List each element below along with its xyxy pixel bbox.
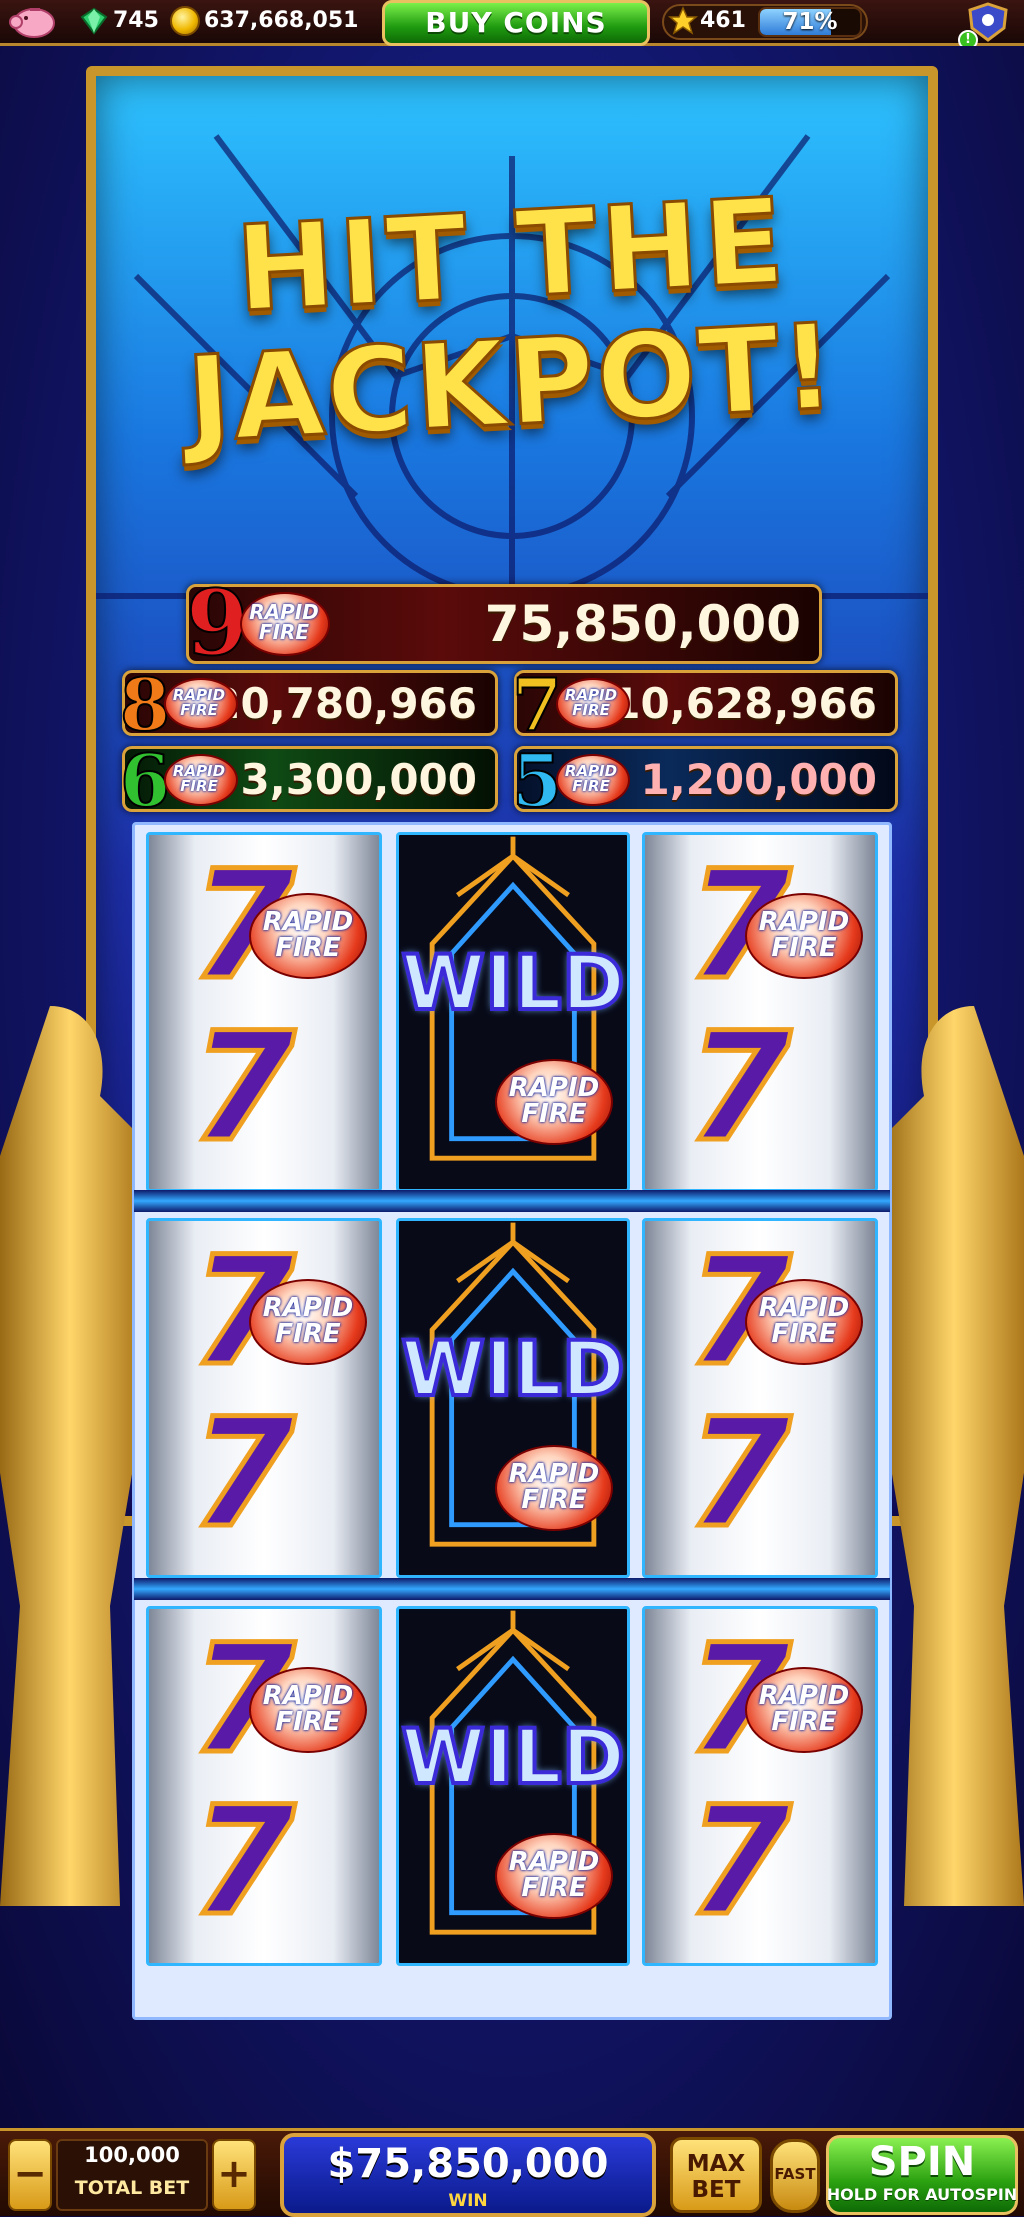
total-bet-value: 100,000 — [84, 2143, 180, 2167]
rapid-fire-label: RAPID FIRE — [758, 1293, 850, 1349]
jackpot-8-badge: RAPID FIRE — [172, 686, 226, 719]
autospin-hint: HOLD FOR AUTOSPIN — [826, 2185, 1018, 2204]
max-bet-label-2: BET — [691, 2177, 741, 2203]
top-bar: 745 637,668,051 BUY COINS 461 71% ! — [0, 0, 1024, 50]
win-label: WIN — [448, 2191, 488, 2211]
fast-spin-label: FAST — [774, 2165, 816, 2183]
wild-symbol-label: WILD — [399, 1712, 627, 1801]
rapid-fire-label: RAPID FIRE — [758, 907, 850, 963]
jackpot-6-number: 6 — [119, 737, 171, 824]
reel-symbol-r2c3: 7 7 RAPID FIRE — [642, 1218, 878, 1578]
win-amount: $75,850,000 — [327, 2141, 609, 2187]
rapid-fire-label: RAPID FIRE — [508, 1073, 600, 1129]
jackpot-7-value: 10,628,966 — [611, 678, 877, 728]
jackpot-7-number: 7 — [511, 661, 563, 748]
total-bet-label: TOTAL BET — [74, 2177, 190, 2199]
jackpot-6-value: 3,300,000 — [240, 754, 477, 804]
seven-symbol-bottom: 7 — [684, 1775, 793, 1949]
reel-symbol-r1c3: 7 7 RAPID FIRE — [642, 832, 878, 1192]
seven-symbol-bottom: 7 — [684, 1001, 793, 1175]
reel-symbol-r1c1: 7 7 RAPID FIRE — [146, 832, 382, 1192]
jackpot-7-badge: RAPID FIRE — [564, 686, 618, 719]
reel-symbol-r3c1: 7 7 RAPID FIRE — [146, 1606, 382, 1966]
wild-symbol-label: WILD — [399, 938, 627, 1027]
max-bet-button[interactable]: MAX BET — [670, 2137, 762, 2213]
star-icon — [668, 6, 698, 35]
buy-coins-button[interactable]: BUY COINS — [382, 0, 650, 46]
rapid-fire-label: RAPID FIRE — [508, 1847, 600, 1903]
seven-symbol-bottom: 7 — [188, 1775, 297, 1949]
bottom-control-bar: − 100,000 TOTAL BET + $75,850,000 WIN MA… — [0, 2128, 1024, 2217]
reel-symbol-r2c1: 7 7 RAPID FIRE — [146, 1218, 382, 1578]
rapid-fire-label: RAPID FIRE — [262, 1681, 354, 1737]
reel-symbol-r3c3: 7 7 RAPID FIRE — [642, 1606, 878, 1966]
rapid-fire-label: RAPID FIRE — [508, 1459, 600, 1515]
coin-balance: 637,668,051 — [204, 8, 359, 33]
jackpot-9-value: 75,850,000 — [484, 595, 801, 653]
increase-bet-button[interactable]: + — [212, 2139, 256, 2211]
jackpot-5-value: 1,200,000 — [640, 754, 877, 804]
coin-icon — [170, 6, 200, 36]
seven-symbol-bottom: 7 — [188, 1387, 297, 1561]
gem-icon — [80, 7, 108, 35]
jackpot-5-number: 5 — [511, 737, 563, 824]
max-bet-label-1: MAX — [686, 2151, 746, 2177]
rapid-fire-label: RAPID FIRE — [262, 907, 354, 963]
player-level: 461 — [700, 8, 746, 33]
wild-symbol-label: WILD — [399, 1324, 627, 1413]
reel-symbol-r2c2: WILD RAPID FIRE — [396, 1218, 630, 1578]
seven-symbol-bottom: 7 — [188, 1001, 297, 1175]
title-line-2: JACKPOT! — [182, 296, 842, 471]
gem-count: 745 — [113, 8, 159, 33]
jackpot-6-badge: RAPID FIRE — [172, 762, 226, 795]
jackpot-8-value: 20,780,966 — [211, 678, 477, 728]
jackpot-9-badge: RAPID FIRE — [249, 600, 319, 644]
reel-symbol-r1c2: WILD RAPID FIRE — [396, 832, 630, 1192]
reel-row-separator — [134, 1190, 890, 1212]
slot-machine-stage: HIT THE JACKPOT! 75,850,000 9 RAPID FIRE… — [0, 46, 1024, 2128]
jackpot-8-number: 8 — [119, 661, 171, 748]
rapid-fire-label: RAPID FIRE — [262, 1293, 354, 1349]
piggy-bank-icon[interactable] — [6, 4, 60, 40]
seven-symbol-bottom: 7 — [684, 1387, 793, 1561]
reel-row-separator — [134, 1578, 890, 1600]
reel-symbol-r3c2: WILD RAPID FIRE — [396, 1606, 630, 1966]
jackpot-5-badge: RAPID FIRE — [564, 762, 618, 795]
hit-the-jackpot-title: HIT THE JACKPOT! — [120, 170, 904, 470]
rapid-fire-label: RAPID FIRE — [758, 1681, 850, 1737]
xp-percent: 71% — [782, 9, 838, 35]
spin-label: SPIN — [868, 2139, 976, 2185]
decrease-bet-button[interactable]: − — [8, 2139, 52, 2211]
